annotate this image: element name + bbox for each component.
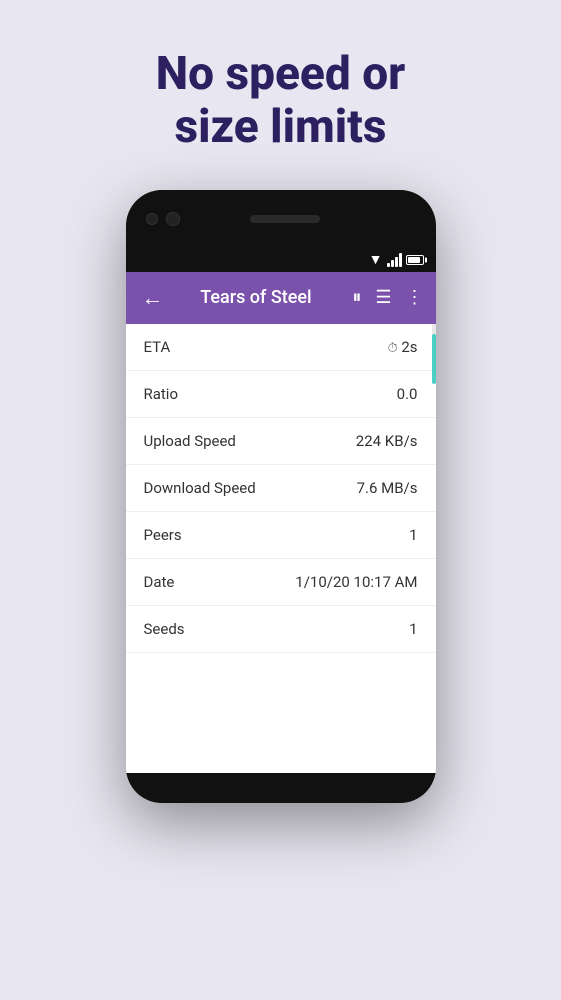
signal-bar-2	[391, 260, 394, 267]
signal-bar-3	[395, 257, 398, 267]
signal-bar-1	[387, 263, 390, 267]
toolbar-actions: ⏸ ☰ ⋮	[352, 287, 423, 308]
value-eta: ⏱ 2s	[387, 338, 417, 356]
phone-mockup: ▼ ← Tears of Steel ⏸ ☰ ⋮	[126, 190, 436, 1000]
value-upload-speed: 224 KB/s	[356, 432, 418, 450]
more-button[interactable]: ⋮	[406, 287, 424, 308]
status-bar: ▼	[126, 248, 436, 272]
signal-bar-4	[399, 253, 402, 267]
battery-icon	[406, 255, 424, 265]
camera-area	[146, 212, 180, 226]
row-seeds: Seeds 1	[126, 606, 436, 653]
clock-icon: ⏱	[387, 341, 397, 356]
app-content: ETA ⏱ 2s Ratio 0.0 Upload Speed 224 KB/s	[126, 324, 436, 773]
camera-dot-2	[166, 212, 180, 226]
row-upload-speed: Upload Speed 224 KB/s	[126, 418, 436, 465]
empty-space	[126, 653, 436, 773]
wifi-icon: ▼	[369, 251, 383, 268]
label-peers: Peers	[144, 526, 182, 544]
phone-device: ▼ ← Tears of Steel ⏸ ☰ ⋮	[126, 190, 436, 803]
row-eta: ETA ⏱ 2s	[126, 324, 436, 371]
label-date: Date	[144, 573, 175, 591]
label-ratio: Ratio	[144, 385, 179, 403]
back-button[interactable]: ←	[138, 281, 168, 315]
list-button[interactable]: ☰	[375, 287, 391, 308]
speaker-bar	[250, 215, 320, 223]
phone-hardware-top	[126, 190, 436, 248]
row-download-speed: Download Speed 7.6 MB/s	[126, 465, 436, 512]
signal-bars-icon	[387, 253, 402, 267]
status-icons: ▼	[369, 251, 424, 268]
toolbar-title: Tears of Steel	[176, 287, 337, 308]
label-upload-speed: Upload Speed	[144, 432, 236, 450]
value-date: 1/10/20 10:17 AM	[295, 573, 417, 591]
label-download-speed: Download Speed	[144, 479, 256, 497]
battery-fill	[408, 257, 420, 263]
headline-text: No speed orsize limits	[96, 0, 466, 190]
value-peers: 1	[409, 526, 417, 544]
value-seeds: 1	[409, 620, 417, 638]
value-download-speed: 7.6 MB/s	[357, 479, 418, 497]
pause-button[interactable]: ⏸	[352, 287, 361, 308]
camera-dot-1	[146, 213, 158, 225]
row-date: Date 1/10/20 10:17 AM	[126, 559, 436, 606]
phone-hardware-bottom	[126, 773, 436, 803]
label-seeds: Seeds	[144, 620, 185, 638]
row-ratio: Ratio 0.0	[126, 371, 436, 418]
row-peers: Peers 1	[126, 512, 436, 559]
value-ratio: 0.0	[397, 385, 418, 403]
label-eta: ETA	[144, 338, 171, 356]
scroll-indicator	[432, 324, 436, 370]
app-toolbar: ← Tears of Steel ⏸ ☰ ⋮	[126, 272, 436, 324]
